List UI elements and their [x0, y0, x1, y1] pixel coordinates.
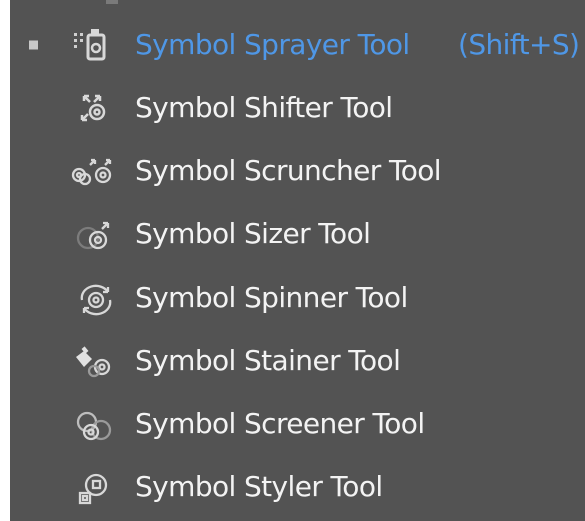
menu-top-edge: [106, 0, 118, 4]
menu-item-symbol-screener[interactable]: Symbol Screener Tool: [10, 392, 585, 456]
menu-item-label: Symbol Shifter Tool: [135, 91, 393, 124]
menu-item-symbol-shifter[interactable]: Symbol Shifter Tool: [10, 76, 585, 140]
symbol-sprayer-icon: [70, 25, 122, 65]
symbol-shifter-icon: [70, 88, 122, 128]
menu-item-label: Symbol Scruncher Tool: [135, 154, 442, 187]
menu-item-label: Symbol Sprayer Tool: [135, 28, 410, 61]
symbol-spinner-icon: [70, 278, 122, 318]
menu-item-symbol-stainer[interactable]: Symbol Stainer Tool: [10, 329, 585, 393]
symbol-styler-icon: [70, 467, 122, 507]
menu-item-symbol-scruncher[interactable]: Symbol Scruncher Tool: [10, 139, 585, 203]
menu-item-symbol-sprayer[interactable]: Symbol Sprayer Tool (Shift+S): [10, 13, 585, 77]
menu-item-symbol-spinner[interactable]: Symbol Spinner Tool: [10, 266, 585, 330]
menu-item-symbol-styler[interactable]: Symbol Styler Tool: [10, 455, 585, 519]
menu-item-symbol-sizer[interactable]: Symbol Sizer Tool: [10, 202, 585, 266]
menu-item-label: Symbol Stainer Tool: [135, 344, 401, 377]
menu-item-label: Symbol Screener Tool: [135, 407, 425, 440]
symbol-scruncher-icon: [70, 151, 122, 191]
active-indicator: [29, 40, 38, 50]
menu-item-label: Symbol Styler Tool: [135, 470, 383, 503]
menu-item-label: Symbol Spinner Tool: [135, 281, 408, 314]
symbol-stainer-icon: [70, 341, 122, 381]
tool-flyout-menu: Symbol Sprayer Tool (Shift+S) Symbol Shi…: [10, 0, 585, 521]
menu-item-label: Symbol Sizer Tool: [135, 217, 371, 250]
symbol-sizer-icon: [70, 214, 122, 254]
symbol-screener-icon: [70, 404, 122, 444]
menu-item-shortcut: (Shift+S): [458, 28, 580, 61]
